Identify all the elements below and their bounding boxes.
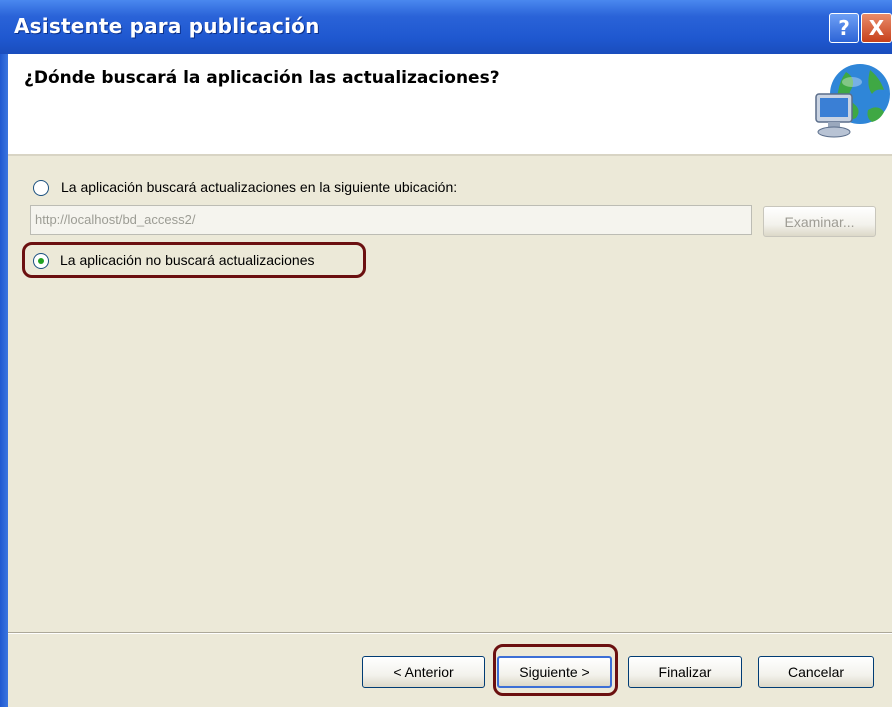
close-icon: X [868, 16, 885, 40]
help-icon: ? [838, 16, 850, 40]
globe-computer-icon [815, 64, 890, 138]
no-updates-label: La aplicación no buscará actualizaciones [60, 252, 315, 268]
title-bar[interactable]: Asistente para publicación ? X [0, 0, 892, 54]
window-title: Asistente para publicación [14, 14, 320, 38]
help-button[interactable]: ? [829, 13, 859, 43]
footer-separator [8, 632, 892, 634]
window-frame-left [0, 54, 8, 707]
radio-selected-dot [38, 258, 44, 264]
publish-wizard-window: Asistente para publicación ? X ¿Dónde bu… [0, 0, 892, 707]
cancel-button[interactable]: Cancelar [758, 656, 874, 688]
next-button[interactable]: Siguiente > [497, 656, 612, 688]
check-location-label: La aplicación buscará actualizaciones en… [61, 179, 458, 195]
radio-check-location[interactable] [33, 180, 49, 196]
radio-no-updates[interactable] [33, 253, 49, 269]
close-button[interactable]: X [861, 13, 892, 43]
browse-button[interactable]: Examinar... [763, 206, 876, 237]
page-title: ¿Dónde buscará la aplicación las actuali… [24, 68, 500, 88]
back-button[interactable]: < Anterior [362, 656, 485, 688]
update-location-input[interactable]: http://localhost/bd_access2/ [30, 205, 752, 235]
finish-button[interactable]: Finalizar [628, 656, 742, 688]
wizard-header: ¿Dónde buscará la aplicación las actuali… [8, 54, 892, 156]
